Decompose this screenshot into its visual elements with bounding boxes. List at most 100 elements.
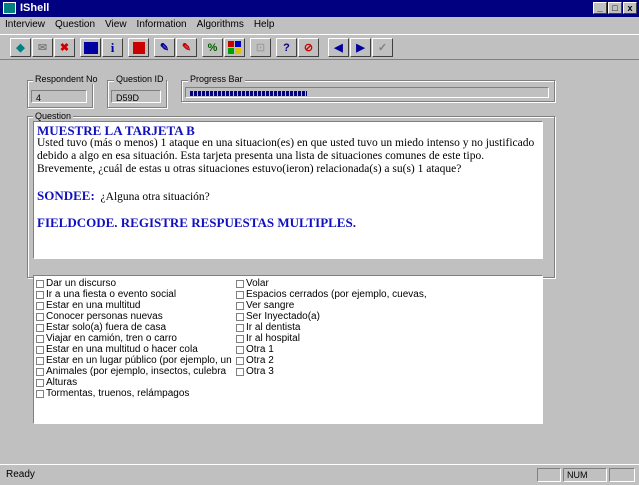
answer-option[interactable]: Viajar en camión, tren o carro: [36, 333, 177, 344]
probe-label: SONDEE:: [37, 188, 95, 203]
title-bar: IShell _ □ x: [0, 0, 639, 17]
answer-option[interactable]: Ir a una fiesta o evento social: [36, 289, 176, 300]
nav-button[interactable]: ◆: [10, 38, 31, 57]
edit-button[interactable]: ✎: [154, 38, 175, 57]
percent-button[interactable]: %: [202, 38, 223, 57]
checkbox[interactable]: [236, 345, 244, 354]
back-icon: ◀: [334, 42, 343, 54]
checkbox[interactable]: [36, 323, 44, 332]
answer-option[interactable]: Ver sangre: [236, 300, 294, 311]
window-title: IShell: [20, 2, 50, 14]
question-button[interactable]: ?: [276, 38, 297, 57]
checkbox[interactable]: [36, 345, 44, 354]
num-lock-indicator: NUM: [563, 468, 607, 482]
answer-option[interactable]: Estar en una multitud o hacer cola: [36, 344, 198, 355]
question-id-label: Question ID: [114, 74, 166, 84]
checkbox[interactable]: [36, 312, 44, 321]
checkbox[interactable]: [36, 301, 44, 310]
menu-view[interactable]: View: [100, 18, 132, 33]
answer-label: Estar solo(a) fuera de casa: [46, 322, 167, 333]
no-button[interactable]: ⊘: [298, 38, 319, 57]
answer-label: Dar un discurso: [46, 278, 117, 289]
answer-label: Ir a una fiesta o evento social: [46, 289, 177, 300]
checkbox[interactable]: [236, 290, 244, 299]
checkbox[interactable]: [36, 367, 44, 376]
checkbox[interactable]: [36, 334, 44, 343]
question-line-1: Usted tuvo (más o menos) 1 ataque en una…: [37, 137, 535, 149]
answer-label: Otra 1: [246, 344, 274, 355]
answer-option[interactable]: Tormentas, truenos, relámpagos: [36, 388, 189, 399]
blue-text-button[interactable]: [80, 38, 101, 57]
red-box-icon: [132, 41, 145, 54]
probe-text: ¿Alguna otra situación?: [100, 191, 210, 203]
minimize-button[interactable]: _: [593, 2, 607, 14]
checkbox[interactable]: [236, 323, 244, 332]
probe-line: SONDEE: ¿Alguna otra situación?: [37, 189, 539, 204]
question-label: Question: [33, 111, 74, 121]
checkbox[interactable]: [236, 334, 244, 343]
edit-red-icon: ✎: [181, 42, 192, 54]
answer-option[interactable]: Animales (por ejemplo, insectos, culebra: [36, 366, 226, 377]
checkbox[interactable]: [236, 279, 244, 288]
info-icon: i: [110, 39, 115, 55]
question-text-area: MUESTRE LA TARJETA B Usted tuvo (más o m…: [33, 121, 543, 259]
answer-option[interactable]: Ir al dentista: [236, 322, 300, 333]
menu-algorithms[interactable]: Algorithms: [192, 18, 249, 33]
window-controls: _ □ x: [592, 2, 637, 14]
blue-text-icon: [83, 41, 98, 54]
checkbox[interactable]: [36, 389, 44, 398]
answer-list: Dar un discurso Ir a una fiesta o evento…: [33, 275, 543, 424]
checkbox[interactable]: [236, 356, 244, 365]
envelope-button[interactable]: ✉: [32, 38, 53, 57]
checkbox[interactable]: [36, 290, 44, 299]
checkbox[interactable]: [236, 301, 244, 310]
fieldcode-text: FIELDCODE. REGISTRE RESPUESTAS MULTIPLES…: [37, 215, 356, 230]
answer-option[interactable]: Otra 2: [236, 355, 274, 366]
menu-bar: Interview Question View Information Algo…: [0, 18, 639, 33]
app-icon: [3, 2, 16, 14]
menu-interview[interactable]: Interview: [0, 18, 50, 33]
checkbox[interactable]: [36, 279, 44, 288]
answer-label: Estar en una multitud o hacer cola: [46, 344, 198, 355]
color-grid-button[interactable]: [224, 38, 245, 57]
menu-information[interactable]: Information: [132, 18, 192, 33]
answer-option[interactable]: Otra 3: [236, 366, 274, 377]
answer-option[interactable]: Alturas: [36, 377, 77, 388]
red-box-button[interactable]: [128, 38, 149, 57]
confirm-button[interactable]: ✓: [372, 38, 393, 57]
percent-icon: %: [207, 41, 218, 54]
close-button[interactable]: x: [623, 2, 637, 14]
maximize-button[interactable]: □: [608, 2, 622, 14]
disabled-button[interactable]: ⊡: [250, 38, 271, 57]
menu-help[interactable]: Help: [249, 18, 280, 33]
answer-option[interactable]: Conocer personas nuevas: [36, 311, 163, 322]
checkbox[interactable]: [36, 378, 44, 387]
no-icon: ⊘: [303, 42, 314, 54]
edit-red-button[interactable]: ✎: [176, 38, 197, 57]
toolbar: ◆ ✉ ✖ i ✎ ✎ % ⊡ ? ⊘ ◀ ▶ ✓: [0, 34, 639, 60]
answer-option[interactable]: Dar un discurso: [36, 278, 116, 289]
checkbox[interactable]: [236, 367, 244, 376]
respondent-label: Respondent No: [33, 74, 100, 84]
answer-option[interactable]: Estar solo(a) fuera de casa: [36, 322, 166, 333]
menu-question[interactable]: Question: [50, 18, 100, 33]
answer-option[interactable]: Estar en una multitud: [36, 300, 141, 311]
answer-option[interactable]: Volar: [236, 278, 269, 289]
info-button[interactable]: i: [102, 38, 123, 57]
answer-option[interactable]: Estar en un lugar público (por ejemplo, …: [36, 355, 232, 366]
answer-label: Animales (por ejemplo, insectos, culebra: [46, 366, 227, 377]
answer-option[interactable]: Ir al hospital: [236, 333, 300, 344]
answer-label: Ser Inyectado(a): [246, 311, 320, 322]
checkbox[interactable]: [236, 312, 244, 321]
answer-label: Estar en un lugar público (por ejemplo, …: [46, 355, 232, 366]
checkbox[interactable]: [36, 356, 44, 365]
status-panel-end: [609, 468, 635, 482]
answer-option[interactable]: Espacios cerrados (por ejemplo, cuevas,: [236, 289, 427, 300]
answer-option[interactable]: Otra 1: [236, 344, 274, 355]
question-icon: ?: [283, 41, 290, 54]
answer-option[interactable]: Ser Inyectado(a): [236, 311, 320, 322]
back-button[interactable]: ◀: [328, 38, 349, 57]
progress-bar: [185, 87, 549, 98]
delete-button[interactable]: ✖: [54, 38, 75, 57]
forward-button[interactable]: ▶: [350, 38, 371, 57]
